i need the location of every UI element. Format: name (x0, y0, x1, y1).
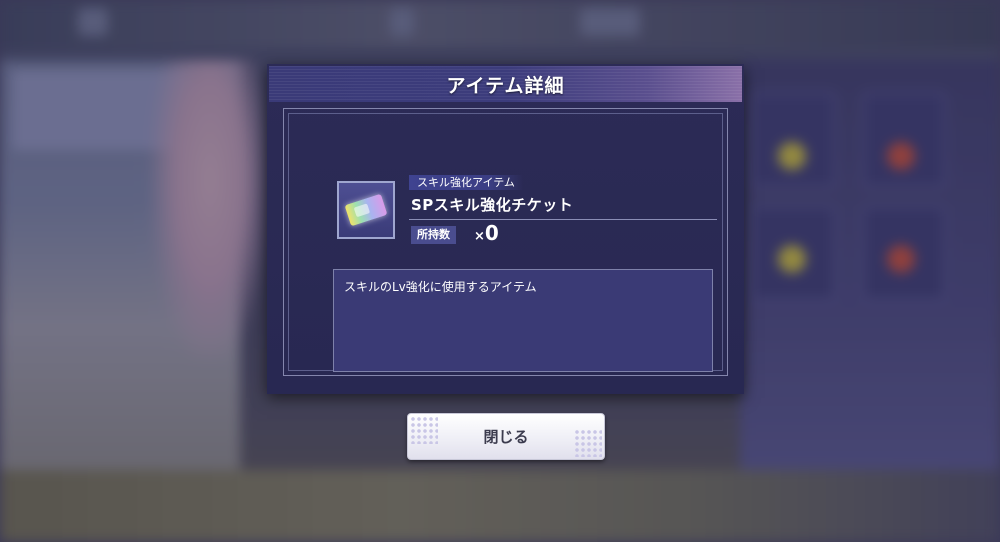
dialog-content-frame: スキル強化アイテム SPスキル強化チケット 所持数 ×0 スキルのLv強化に使用… (283, 108, 728, 376)
owned-count-number: 0 (484, 221, 499, 245)
item-description: スキルのLv強化に使用するアイテム (344, 280, 537, 294)
item-description-box: スキルのLv強化に使用するアイテム (333, 269, 713, 372)
item-divider (409, 219, 717, 220)
item-category-badge: スキル強化アイテム (409, 175, 523, 190)
owned-count-prefix: × (474, 229, 485, 244)
close-button-label: 閉じる (483, 428, 529, 446)
item-icon-frame (337, 181, 395, 239)
item-detail-dialog: アイテム詳細 スキル強化アイテム SPスキル強化チケット 所持数 ×0 スキルの… (267, 64, 744, 394)
dialog-header: アイテム詳細 (269, 66, 742, 102)
close-button[interactable]: 閉じる (407, 413, 605, 460)
button-dot-pattern (410, 416, 438, 444)
dialog-title: アイテム詳細 (446, 74, 565, 97)
owned-count-label: 所持数 (411, 226, 456, 244)
owned-count-value: ×0 (474, 221, 499, 245)
button-dot-pattern (574, 429, 602, 457)
item-name: SPスキル強化チケット (411, 196, 574, 214)
ticket-icon (344, 193, 388, 227)
